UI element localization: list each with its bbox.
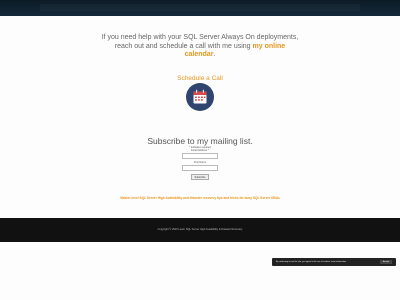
subscribe-button[interactable]: Subscribe <box>191 174 209 180</box>
header-nav-area <box>40 4 360 11</box>
footer: Copyright © 2023 Learn SQL Server High A… <box>0 218 400 242</box>
tagline-text: Master-level SQL Server High Availabilit… <box>120 196 280 200</box>
email-label: Email Address * <box>191 149 209 152</box>
help-text-block: If you need help with your SQL Server Al… <box>101 34 299 58</box>
schedule-call-label[interactable]: Schedule a Call <box>0 75 400 82</box>
subscribe-heading: Subscribe to my mailing list. <box>147 136 253 146</box>
first-name-label: First Name <box>193 161 207 164</box>
cookie-text: By continuing to use the site, you agree… <box>276 260 347 263</box>
cookie-accept-button[interactable]: Accept <box>380 260 392 264</box>
copyright-text: Copyright © 2023 Learn SQL Server High A… <box>157 228 243 231</box>
calendar-icon[interactable] <box>186 83 214 111</box>
email-field[interactable] <box>182 153 218 159</box>
mailing-list-form: * indicates required Email Address * Fir… <box>170 146 230 180</box>
cookie-banner: By continuing to use the site, you agree… <box>272 258 396 266</box>
top-header-bar <box>0 0 400 16</box>
calendar-icon-graphic <box>193 89 207 104</box>
first-name-field[interactable] <box>182 165 218 171</box>
